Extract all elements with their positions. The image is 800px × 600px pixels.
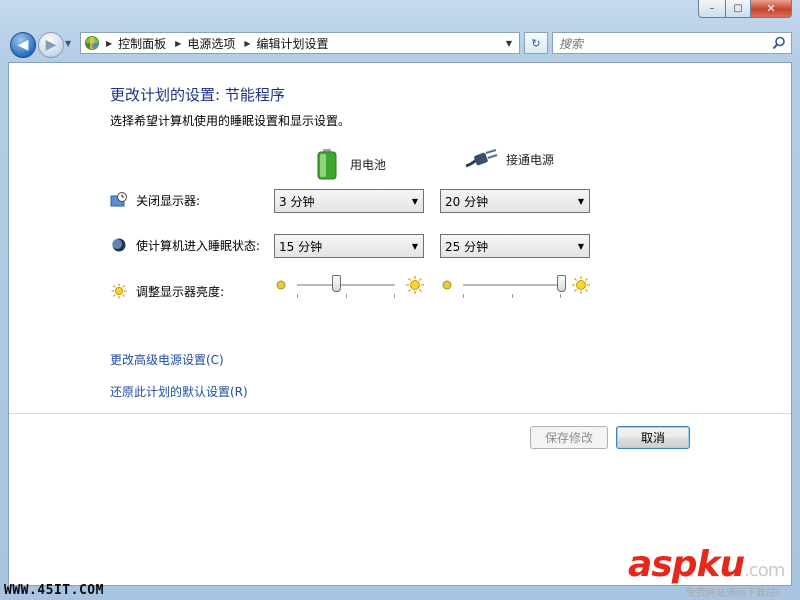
breadcrumb-power-options[interactable]: 电源选项 bbox=[187, 35, 235, 52]
search-box bbox=[552, 32, 792, 54]
dropdown-arrow-icon: ▼ bbox=[411, 242, 418, 251]
chevron-down-icon: ▼ bbox=[505, 38, 513, 48]
dropdown-arrow-icon: ▼ bbox=[577, 242, 584, 251]
display-off-battery-value: 3 分钟 bbox=[279, 194, 315, 209]
monitor-clock-icon bbox=[110, 191, 128, 209]
sleep-label: 使计算机进入睡眠状态: bbox=[136, 238, 261, 253]
watermark-subtitle: 免费网站源码下载站! bbox=[686, 588, 781, 599]
breadcrumb-separator-icon[interactable]: ▶ bbox=[244, 39, 250, 48]
slider-track bbox=[297, 284, 395, 287]
refresh-button[interactable]: ↻ bbox=[524, 32, 548, 54]
bright-sun-icon bbox=[572, 276, 590, 294]
display-off-battery-select[interactable]: 3 分钟 ▼ bbox=[274, 189, 424, 213]
divider bbox=[9, 413, 791, 414]
address-bar[interactable]: ▶ 控制面板 ▶ 电源选项 ▶ 编辑计划设置 ▼ bbox=[80, 32, 520, 54]
page-subtitle: 选择希望计算机使用的睡眠设置和显示设置。 bbox=[110, 114, 351, 128]
slider-ticks bbox=[463, 294, 561, 298]
watermark-45it: WWW.45IT.COM bbox=[4, 583, 104, 598]
sleep-label-row: 使计算机进入睡眠状态: bbox=[110, 236, 260, 254]
search-icon[interactable] bbox=[772, 36, 786, 50]
save-changes-button[interactable]: 保存修改 bbox=[530, 426, 608, 449]
maximize-button[interactable]: ▢ bbox=[726, 0, 751, 18]
display-off-label: 关闭显示器: bbox=[136, 193, 201, 208]
plugged-column-label: 接通电源 bbox=[506, 152, 555, 167]
bright-sun-icon bbox=[406, 276, 424, 294]
back-button[interactable]: ◀ bbox=[10, 32, 36, 58]
brightness-battery-slider[interactable] bbox=[275, 273, 425, 299]
forward-button[interactable]: ▶ bbox=[38, 32, 64, 58]
forward-arrow-icon: ▶ bbox=[45, 37, 57, 53]
navigation-bar: ◀ ▶ ▼ ▶ 控制面板 ▶ 电源选项 ▶ 编辑计划设置 ▼ ↻ bbox=[0, 26, 800, 62]
breadcrumb-edit-plan[interactable]: 编辑计划设置 bbox=[257, 35, 329, 52]
minimize-button[interactable]: – bbox=[698, 0, 726, 18]
logo-part-asp: asp bbox=[628, 544, 697, 585]
battery-column-label: 用电池 bbox=[350, 157, 387, 172]
page-title: 更改计划的设置: 节能程序 bbox=[110, 86, 285, 104]
chevron-down-icon: ▼ bbox=[65, 39, 72, 48]
close-icon: ✕ bbox=[766, 2, 776, 15]
restore-defaults-link[interactable]: 还原此计划的默认设置(R) bbox=[110, 383, 248, 400]
slider-ticks bbox=[297, 294, 395, 298]
display-off-plugged-value: 20 分钟 bbox=[445, 194, 489, 209]
battery-icon bbox=[317, 149, 337, 180]
slider-thumb[interactable] bbox=[331, 275, 341, 292]
brightness-label: 调整显示器亮度: bbox=[136, 284, 225, 299]
watermark-aspku-logo: aspku.com bbox=[628, 544, 785, 585]
logo-part-com: .com bbox=[744, 560, 785, 581]
logo-part-ku: ku bbox=[696, 544, 746, 585]
minimize-icon: – bbox=[709, 3, 715, 14]
advanced-power-settings-link[interactable]: 更改高级电源设置(C) bbox=[110, 351, 224, 368]
slider-track bbox=[463, 284, 561, 287]
control-panel-icon bbox=[85, 36, 99, 50]
power-plug-icon bbox=[465, 149, 498, 168]
sleep-battery-value: 15 分钟 bbox=[279, 239, 323, 254]
dropdown-arrow-icon: ▼ bbox=[411, 197, 418, 206]
brightness-label-row: 调整显示器亮度: bbox=[110, 282, 224, 300]
sun-icon bbox=[110, 282, 128, 300]
close-button[interactable]: ✕ bbox=[751, 0, 792, 18]
refresh-icon: ↻ bbox=[531, 36, 541, 50]
battery-column-header: 用电池 bbox=[316, 148, 386, 180]
content-pane: 更改计划的设置: 节能程序 选择希望计算机使用的睡眠设置和显示设置。 用电池 接… bbox=[8, 62, 792, 586]
recent-pages-button[interactable]: ▼ bbox=[65, 39, 71, 48]
dropdown-arrow-icon: ▼ bbox=[577, 197, 584, 206]
caption-buttons: – ▢ ✕ bbox=[698, 0, 792, 18]
sleep-plugged-value: 25 分钟 bbox=[445, 239, 489, 254]
back-arrow-icon: ◀ bbox=[17, 37, 29, 53]
plugged-column-header: 接通电源 bbox=[464, 148, 554, 170]
breadcrumb-control-panel[interactable]: 控制面板 bbox=[118, 35, 166, 52]
address-dropdown-button[interactable]: ▼ bbox=[499, 33, 519, 53]
display-off-label-row: 关闭显示器: bbox=[110, 191, 200, 209]
cancel-button[interactable]: 取消 bbox=[616, 426, 690, 449]
sleep-battery-select[interactable]: 15 分钟 ▼ bbox=[274, 234, 424, 258]
display-off-plugged-select[interactable]: 20 分钟 ▼ bbox=[440, 189, 590, 213]
breadcrumb-separator-icon[interactable]: ▶ bbox=[106, 39, 112, 48]
sleep-plugged-select[interactable]: 25 分钟 ▼ bbox=[440, 234, 590, 258]
dim-sun-icon bbox=[442, 280, 452, 290]
brightness-plugged-slider[interactable] bbox=[441, 273, 591, 299]
maximize-icon: ▢ bbox=[733, 3, 743, 14]
breadcrumb-separator-icon[interactable]: ▶ bbox=[175, 39, 181, 48]
slider-thumb[interactable] bbox=[556, 275, 566, 292]
moon-icon bbox=[110, 236, 128, 254]
window-frame: – ▢ ✕ ◀ ▶ ▼ ▶ 控制面板 ▶ 电源选项 ▶ 编辑计划设置 ▼ ↻ 搜… bbox=[0, 0, 800, 600]
search-input[interactable] bbox=[557, 35, 771, 53]
dim-sun-icon bbox=[276, 280, 286, 290]
